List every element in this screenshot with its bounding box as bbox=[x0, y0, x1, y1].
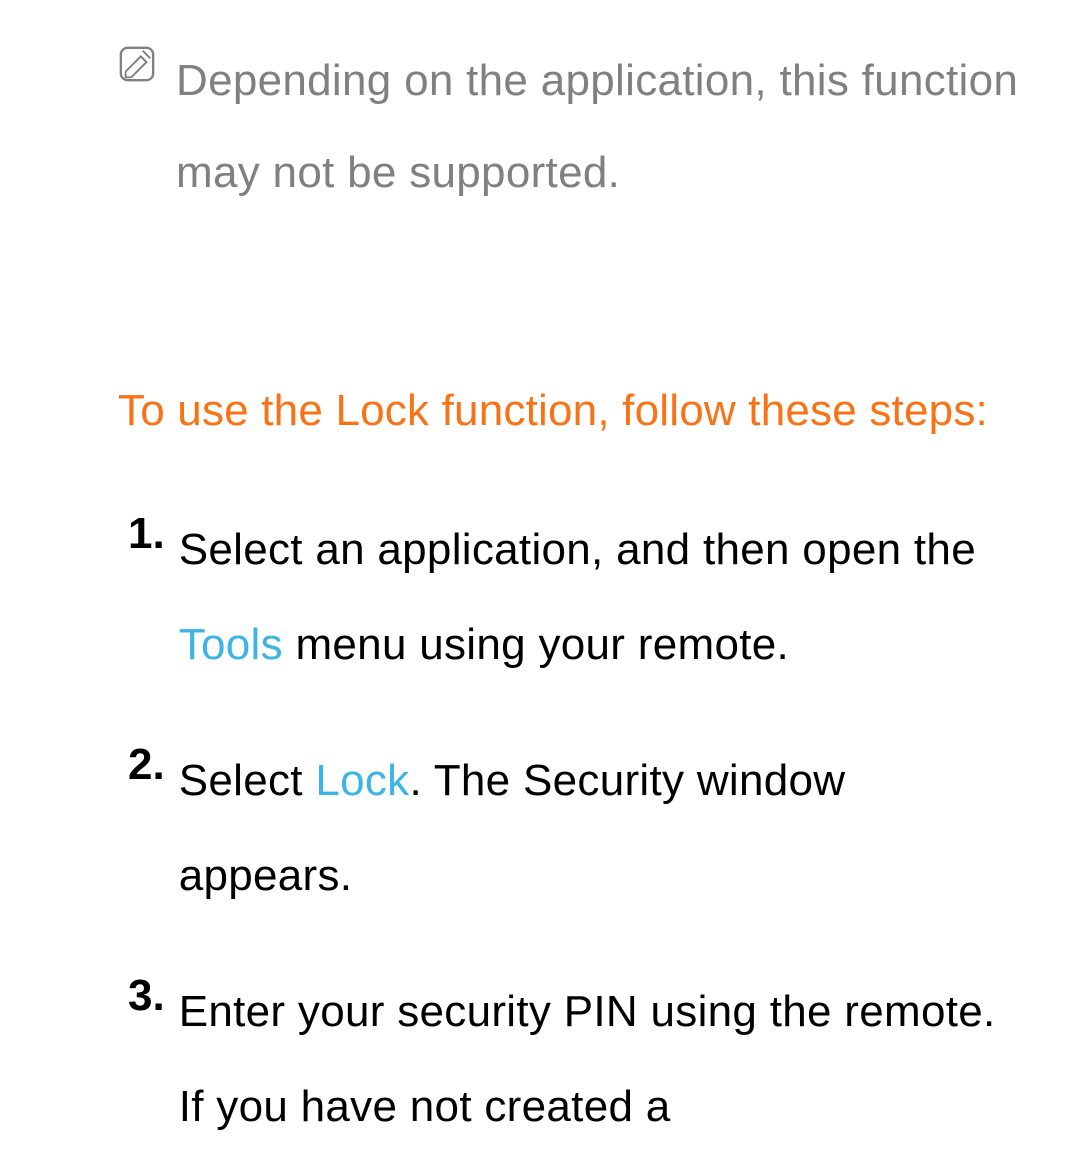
note-icon bbox=[118, 45, 156, 83]
note-text: Depending on the application, this funct… bbox=[176, 35, 1030, 220]
page-content: Depending on the application, this funct… bbox=[0, 0, 1080, 1155]
step-text-before: Select bbox=[179, 756, 316, 805]
step-item-2: 2. Select Lock. The Security window appe… bbox=[118, 734, 1030, 923]
step-number: 3. bbox=[128, 965, 165, 1027]
step-number: 1. bbox=[128, 503, 165, 565]
step-item-3: 3. Enter your security PIN using the rem… bbox=[118, 965, 1030, 1154]
step-text: Select an application, and then open the… bbox=[179, 503, 1030, 692]
step-text-before: Select an application, and then open the bbox=[179, 525, 976, 574]
steps-list: 1. Select an application, and then open … bbox=[118, 503, 1030, 1155]
step-text: Select Lock. The Security window appears… bbox=[179, 734, 1030, 923]
tools-link: Tools bbox=[179, 620, 283, 669]
note-block: Depending on the application, this funct… bbox=[118, 35, 1030, 220]
step-text: Enter your security PIN using the remote… bbox=[179, 965, 1030, 1154]
section-heading: To use the Lock function, follow these s… bbox=[118, 360, 1030, 461]
step-text-after: menu using your remote. bbox=[283, 620, 789, 669]
step-item-1: 1. Select an application, and then open … bbox=[118, 503, 1030, 692]
step-number: 2. bbox=[128, 734, 165, 796]
lock-link: Lock bbox=[315, 756, 409, 805]
step-text-before: Enter your security PIN using the remote… bbox=[179, 987, 996, 1131]
